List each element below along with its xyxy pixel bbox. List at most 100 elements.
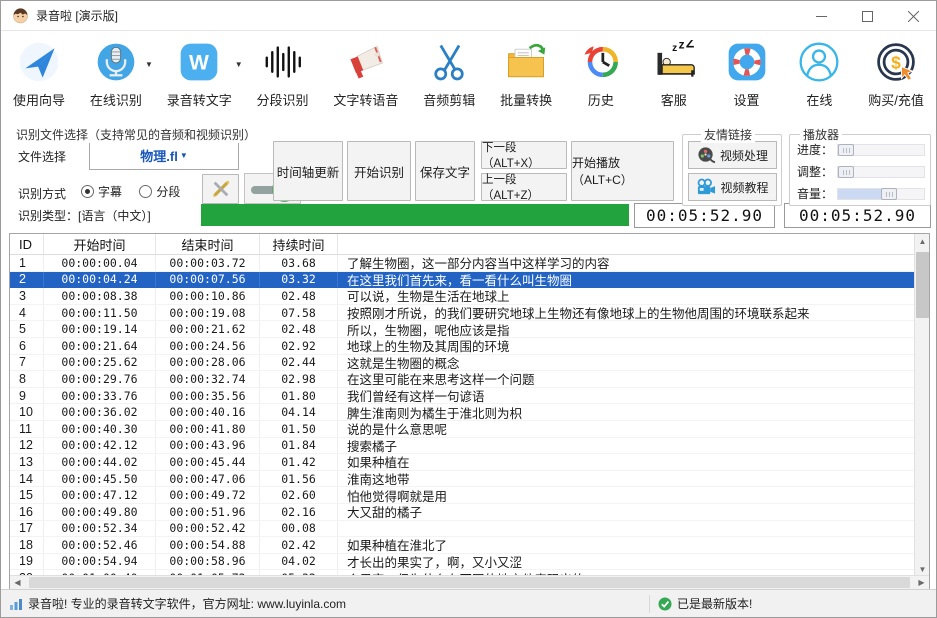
cell-end-time: 00:00:32.74 bbox=[156, 371, 260, 387]
toolbar-item-audio-edit[interactable]: 音频剪辑 bbox=[421, 36, 477, 123]
slider-thumb[interactable] bbox=[838, 165, 854, 178]
cell-start-time: 00:00:47.12 bbox=[44, 487, 156, 503]
dropdown-caret-icon[interactable]: ▼ bbox=[235, 60, 243, 69]
status-left-text: 录音啦! 专业的录音转文字软件，官方网址: www.luyinla.com bbox=[28, 597, 347, 611]
toolbar-item-batch-convert[interactable]: 批量转换 bbox=[498, 36, 554, 123]
toolbar-item-wizard[interactable]: 使用向导 bbox=[11, 36, 67, 123]
cell-start-time: 00:00:11.50 bbox=[44, 304, 156, 321]
slider-thumb[interactable] bbox=[838, 143, 854, 156]
radio-dot-icon bbox=[139, 185, 153, 198]
cell-text: 如果种植在 bbox=[347, 456, 410, 470]
start-play-button[interactable]: 开始播放（ALT+C） bbox=[571, 141, 674, 201]
dropdown-caret-icon[interactable]: ▼ bbox=[145, 60, 153, 69]
table-row[interactable]: 16 00:00:49.80 00:00:51.96 02.16 大又甜的橘子 bbox=[10, 503, 914, 521]
radio-subtitle[interactable]: 字幕 bbox=[81, 183, 122, 200]
scroll-left-icon[interactable]: ◀ bbox=[10, 576, 25, 590]
table-row[interactable]: 10 00:00:36.02 00:00:40.16 04.14 脾生淮南则为橘… bbox=[10, 404, 914, 421]
vertical-scrollbar[interactable]: ▲ ▼ bbox=[914, 234, 929, 577]
video-process-button[interactable]: 视频处理 bbox=[688, 141, 777, 169]
scroll-right-icon[interactable]: ▶ bbox=[914, 576, 929, 590]
radio-segment[interactable]: 分段 bbox=[139, 183, 180, 200]
cell-id: 3 bbox=[10, 288, 44, 304]
table-row[interactable]: 17 00:00:52.34 00:00:52.42 00.08 bbox=[10, 520, 914, 538]
title-bar: 录音啦 [演示版] bbox=[1, 1, 936, 31]
cell-id: 9 bbox=[10, 387, 44, 404]
table-row[interactable]: 19 00:00:54.94 00:00:58.96 04.02 才长出的果实了… bbox=[10, 553, 914, 571]
toolbar-item-text-to-speech[interactable]: 文字转语音 bbox=[331, 36, 400, 123]
adjust-slider[interactable] bbox=[837, 165, 925, 178]
table-row[interactable]: 9 00:00:33.76 00:00:35.56 01.80 我们曾经有这样一… bbox=[10, 387, 914, 405]
horizontal-scrollbar[interactable]: ◀ ▶ bbox=[10, 575, 929, 589]
cell-end-time: 00:00:21.62 bbox=[156, 321, 260, 337]
cell-id: 8 bbox=[10, 371, 44, 387]
toolbar-item-settings[interactable]: 设置 bbox=[721, 36, 773, 123]
table-row[interactable]: 1 00:00:00.04 00:00:03.72 03.68 了解生物圈，这一… bbox=[10, 255, 914, 272]
toolbar-item-customer-service[interactable]: z z Z 客服 bbox=[648, 36, 700, 123]
vertical-scroll-thumb[interactable] bbox=[916, 252, 929, 318]
cell-id: 7 bbox=[10, 354, 44, 371]
toolbar-item-purchase[interactable]: $ 购买/充值 bbox=[866, 36, 926, 123]
maximize-button[interactable] bbox=[844, 1, 890, 31]
save-text-button[interactable]: 保存文字 bbox=[415, 141, 475, 201]
statusbar-divider bbox=[649, 594, 650, 613]
table-row[interactable]: 6 00:00:21.64 00:00:24.56 02.92 地球上的生物及其… bbox=[10, 337, 914, 355]
table-row[interactable]: 4 00:00:11.50 00:00:19.08 07.58 按照刚才所说，的… bbox=[10, 304, 914, 322]
tools-wand-button[interactable] bbox=[202, 174, 239, 204]
cell-id: 1 bbox=[10, 255, 44, 271]
table-row[interactable]: 2 00:00:04.24 00:00:07.56 03.32 在这里我们首先来… bbox=[10, 271, 914, 289]
toolbar-label: 批量转换 bbox=[500, 93, 553, 108]
cell-start-time: 00:00:52.34 bbox=[44, 520, 156, 537]
cell-end-time: 00:00:03.72 bbox=[156, 255, 260, 271]
toolbar-item-history[interactable]: 历史 bbox=[575, 36, 627, 123]
table-row[interactable]: 11 00:00:40.30 00:00:41.80 01.50 说的是什么意思… bbox=[10, 420, 914, 438]
table-row[interactable]: 7 00:00:25.62 00:00:28.06 02.44 这就是生物圈的概… bbox=[10, 354, 914, 372]
minimize-button[interactable] bbox=[798, 1, 844, 31]
table-row[interactable]: 18 00:00:52.46 00:00:54.88 02.42 如果种植在淮北… bbox=[10, 537, 914, 554]
cell-text: 这就是生物圈的概念 bbox=[347, 356, 460, 371]
cell-end-time: 00:00:45.44 bbox=[156, 454, 260, 470]
toolbar-item-segment-recognition[interactable]: 分段识别 bbox=[255, 36, 311, 123]
cell-start-time: 00:00:29.76 bbox=[44, 371, 156, 387]
table-row[interactable]: 14 00:00:45.50 00:00:47.06 01.56 淮南这地带 bbox=[10, 470, 914, 488]
next-segment-button[interactable]: 下一段（ALT+X） bbox=[481, 141, 567, 170]
progress-slider[interactable] bbox=[837, 143, 925, 156]
recognition-progressbar bbox=[201, 204, 629, 226]
timeline-update-button[interactable]: 时间轴更新 bbox=[273, 141, 343, 201]
table-row[interactable]: 13 00:00:44.02 00:00:45.44 01.42 如果种植在 bbox=[10, 454, 914, 471]
cell-duration: 01.56 bbox=[260, 470, 338, 487]
table-row[interactable]: 8 00:00:29.76 00:00:32.74 02.98 在这里可能在来思… bbox=[10, 371, 914, 388]
toolbar-item-online-account[interactable]: 在线 bbox=[793, 36, 845, 123]
table-row[interactable]: 5 00:00:19.14 00:00:21.62 02.48 所以，生物圈，呢… bbox=[10, 321, 914, 338]
file-name-combobox[interactable]: 物理.fl ▼ bbox=[89, 141, 239, 170]
video-tutorial-label: 视频教程 bbox=[720, 180, 769, 195]
volume-slider[interactable] bbox=[837, 187, 925, 200]
window-title: 录音啦 [演示版] bbox=[36, 9, 119, 23]
cell-text: 按照刚才所说，的我们要研究地球上生物还有像地球上的生物他周围的环境联系起来 bbox=[347, 307, 810, 321]
slider-thumb[interactable] bbox=[881, 187, 898, 200]
cell-text: 搜索橘子 bbox=[347, 439, 398, 454]
cell-start-time: 00:00:08.38 bbox=[44, 288, 156, 304]
table-row[interactable]: 3 00:00:08.38 00:00:10.86 02.48 可以说，生物是生… bbox=[10, 288, 914, 305]
cell-text: 可以说，生物是生活在地球上 bbox=[347, 290, 510, 304]
start-recognition-button[interactable]: 开始识别 bbox=[347, 141, 411, 201]
app-logo-icon bbox=[13, 8, 28, 24]
cell-id: 10 bbox=[10, 404, 44, 420]
cell-start-time: 00:00:19.14 bbox=[44, 321, 156, 337]
user-circle-icon bbox=[799, 42, 839, 82]
toolbar-item-record-to-text[interactable]: W ▼ 录音转文字 bbox=[165, 36, 243, 123]
cell-id: 5 bbox=[10, 321, 44, 337]
waveform-icon bbox=[265, 46, 301, 78]
video-tutorial-button[interactable]: 视频教程 bbox=[688, 173, 777, 201]
header-end-time: 结束时间 bbox=[156, 234, 260, 254]
toolbar-item-online-recognition[interactable]: ▼ 在线识别 bbox=[88, 36, 153, 123]
table-row[interactable]: 15 00:00:47.12 00:00:49.72 02.60 怕他觉得啊就是… bbox=[10, 487, 914, 504]
prev-segment-button[interactable]: 上一段（ALT+Z） bbox=[481, 173, 567, 202]
cell-end-time: 00:00:24.56 bbox=[156, 337, 260, 354]
cell-start-time: 00:00:25.62 bbox=[44, 354, 156, 371]
horizontal-scroll-thumb[interactable] bbox=[29, 577, 910, 588]
close-button[interactable] bbox=[890, 1, 936, 31]
cell-start-time: 00:00:40.30 bbox=[44, 420, 156, 437]
cell-duration: 02.92 bbox=[260, 337, 338, 354]
table-row[interactable]: 12 00:00:42.12 00:00:43.96 01.84 搜索橘子 bbox=[10, 437, 914, 455]
scroll-up-icon[interactable]: ▲ bbox=[915, 234, 930, 249]
